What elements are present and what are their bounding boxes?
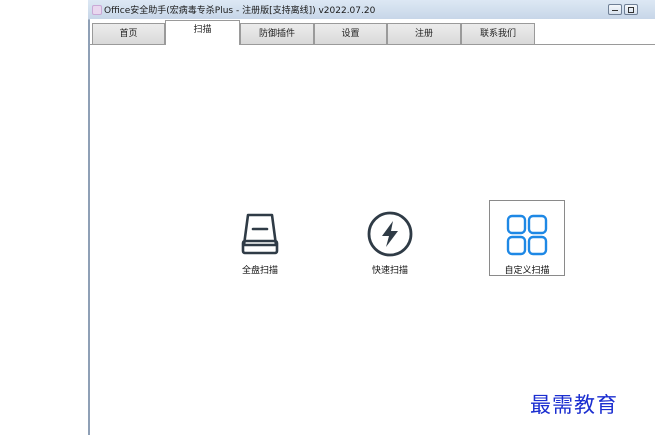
quick-scan-label: 快速扫描 [371, 266, 408, 276]
desktop-background [0, 0, 88, 435]
tab-scan[interactable]: 扫描 [165, 20, 240, 45]
tab-bar: 首页 扫描 防御插件 设置 注册 联系我们 [90, 19, 655, 45]
tab-home[interactable]: 首页 [92, 23, 165, 44]
custom-scan-label: 自定义扫描 [504, 266, 550, 276]
grid-icon [506, 214, 548, 256]
tab-defense-plugins[interactable]: 防御插件 [240, 23, 314, 44]
title-bar[interactable]: Office安全助手(宏病毒专杀Plus - 注册版[支持离线]) v2022.… [88, 0, 655, 20]
lightning-icon [367, 211, 413, 257]
maximize-icon [628, 7, 634, 13]
full-disk-scan-button[interactable]: 全盘扫描 [222, 206, 298, 282]
watermark-text: 最需教育 [530, 393, 618, 417]
scan-panel: 全盘扫描 快速扫描 自定义扫描 [90, 45, 655, 435]
tab-settings[interactable]: 设置 [314, 23, 387, 44]
app-icon [92, 5, 102, 15]
custom-scan-button[interactable]: 自定义扫描 [489, 200, 565, 276]
minimize-icon [612, 10, 618, 11]
window-title: Office安全助手(宏病毒专杀Plus - 注册版[支持离线]) v2022.… [104, 6, 376, 16]
maximize-button[interactable] [624, 4, 638, 15]
full-disk-scan-label: 全盘扫描 [241, 266, 278, 276]
tab-register[interactable]: 注册 [387, 23, 461, 44]
quick-scan-button[interactable]: 快速扫描 [352, 206, 428, 282]
tab-contact-us[interactable]: 联系我们 [461, 23, 535, 44]
minimize-button[interactable] [608, 4, 622, 15]
hard-drive-icon [241, 213, 279, 255]
